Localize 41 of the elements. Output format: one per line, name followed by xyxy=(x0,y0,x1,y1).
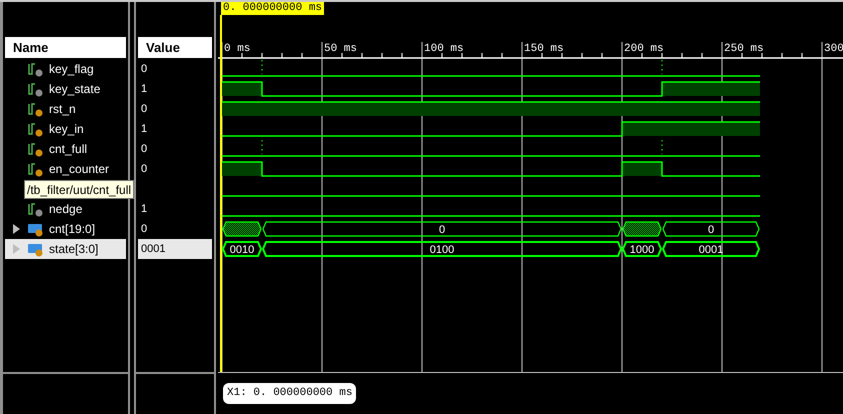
signal-value: 1 xyxy=(141,202,148,217)
bus-waveform: 0 0 xyxy=(222,221,760,237)
signal-value: 0001 xyxy=(141,242,166,257)
signal-name[interactable]: key_in xyxy=(49,120,84,138)
signal-row[interactable]: key_in xyxy=(5,119,126,139)
expand-arrow-icon[interactable] xyxy=(12,224,20,234)
signal-row[interactable]: rst_n xyxy=(5,99,126,119)
value-column-header[interactable]: Value xyxy=(138,37,212,58)
tooltip: /tb_filter/uut/cnt_full xyxy=(24,180,134,199)
signal-name[interactable]: cnt_full xyxy=(49,140,88,158)
name-column-header[interactable]: Name xyxy=(5,37,126,58)
time-tick-label: 50 ms xyxy=(324,43,358,55)
signal-value: 0 xyxy=(141,102,148,117)
time-tick-label: 200 ms xyxy=(624,43,664,55)
time-tick-label: 250 ms xyxy=(724,43,764,55)
signal-row[interactable]: en_counter xyxy=(5,159,126,179)
signal-name[interactable]: nedge xyxy=(49,200,82,218)
signal-name[interactable]: state[3:0] xyxy=(49,240,98,258)
signal-value: 0 xyxy=(141,62,148,77)
time-tick-label: 100 ms xyxy=(424,43,464,55)
time-tick-label: 0 ms xyxy=(224,43,250,55)
signal-name[interactable]: cnt[19:0] xyxy=(49,220,96,238)
time-tick-label: 300 xyxy=(824,43,843,55)
signal-name[interactable]: key_flag xyxy=(49,60,94,78)
signal-value: 0 xyxy=(141,162,148,177)
signal-name[interactable]: en_counter xyxy=(49,160,110,178)
signal-value: 0 xyxy=(141,142,148,157)
cursor-time-label: 0. 000000000 ms xyxy=(221,2,324,15)
signal-row[interactable]: cnt_full xyxy=(5,139,126,159)
signal-value: 0 xyxy=(141,222,148,237)
signal-row[interactable]: key_state xyxy=(5,79,126,99)
cursor-marker-label: X1: 0. 000000000 ms xyxy=(223,383,356,404)
time-tick-label: 150 ms xyxy=(524,43,564,55)
signal-row[interactable]: cnt[19:0] xyxy=(5,219,126,239)
signal-name[interactable]: key_state xyxy=(49,80,100,98)
signal-value: 1 xyxy=(141,82,148,97)
selected-signal-row[interactable]: state[3:0] xyxy=(5,239,126,259)
signal-row[interactable]: nedge xyxy=(5,199,126,219)
signal-value: 1 xyxy=(141,122,148,137)
signal-name[interactable]: rst_n xyxy=(49,100,76,118)
signal-row[interactable]: key_flag xyxy=(5,59,126,79)
